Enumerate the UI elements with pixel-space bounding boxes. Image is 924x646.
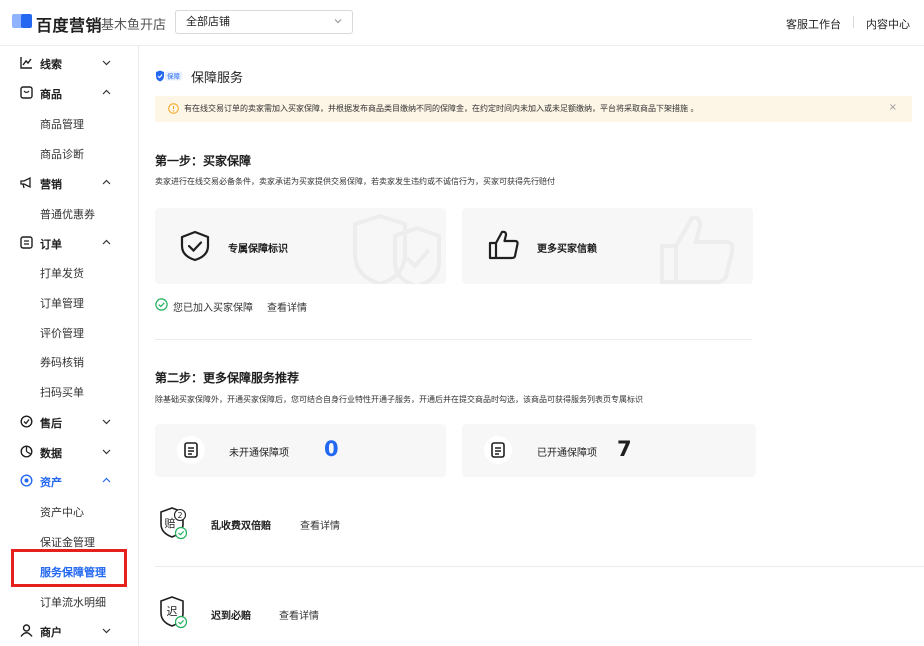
step1-title: 第一步：买家保障 [155,154,252,168]
chevron-up-icon [102,239,111,245]
chevron-down-icon [102,449,111,455]
service-item-double-compensation: 赔 2 乱收费双倍赔 查看详情 [155,506,755,546]
notice-text: 有在线交易订单的卖家需加入买家保障，并根据发布商品类目缴纳不同的保障金，在约定时… [184,104,699,113]
sidebar-group-label: 商户 [40,626,62,639]
sidebar-group-label: 资产 [40,476,62,489]
stat-value: 0 [324,437,339,461]
notice-banner: 有在线交易订单的卖家需加入买家保障，并根据发布商品类目缴纳不同的保障金，在约定时… [155,96,912,122]
sidebar-group-merchant[interactable]: 商户 [0,616,139,646]
sidebar-group-label: 订单 [40,238,62,251]
top-bar: 百度营销 基木鱼开店 全部店铺 客服工作台 内容中心 [0,0,924,46]
service-icon-text: 赔 [165,516,176,530]
sidebar-item-order-flow[interactable]: 订单流水明细 [40,594,106,610]
sidebar-item-coupon-verify[interactable]: 券码核销 [40,354,84,370]
page-title: 保障服务 [191,71,244,86]
document-icon [484,436,512,464]
sidebar-item-print-ship[interactable]: 打单发货 [40,265,84,281]
view-details-link[interactable]: 查看详情 [279,607,319,622]
highlight-annotation-box [11,549,127,587]
store-select-value: 全部店铺 [186,15,230,28]
benefit-card-exclusive-mark: 专属保障标识 [155,208,446,284]
sidebar-group-leads[interactable]: 线索 [0,48,139,78]
sidebar-item-deposit-management[interactable]: 保证金管理 [40,534,95,550]
box-icon [20,86,33,99]
card-label: 更多买家信赖 [537,244,597,255]
brand-logo-text[interactable]: 百度营销 [36,12,102,36]
view-details-link[interactable]: 查看详情 [300,517,340,532]
late-shield-icon: 迟 [160,596,188,629]
store-name: 基木鱼开店 [101,18,167,33]
chevron-down-icon [102,419,111,425]
document-icon [177,436,205,464]
step1-description: 卖家进行在线交易必备条件，卖家承诺为买家提供交易保障，若卖家发生违约或不诚信行为… [155,177,555,186]
sidebar-group-assets[interactable]: 资产 [0,466,139,496]
stat-value: 7 [617,437,632,461]
compensation-shield-icon: 赔 2 [160,507,188,540]
step2-description: 除基础买家保障外，开通买家保障后，您可结合自身行业特性开通子服务，开通后并在提交… [155,395,643,404]
chevron-up-icon [102,179,111,185]
card-label: 专属保障标识 [228,244,288,255]
shield-check-icon [180,230,210,262]
thumbs-up-icon [488,230,519,260]
thumbs-up-watermark-icon [660,215,735,284]
customer-service-link[interactable]: 客服工作台 [786,16,841,32]
sidebar-group-data[interactable]: 数据 [0,437,139,467]
divider [155,339,752,340]
service-icon-badge: 2 [177,511,182,520]
sidebar-item-review-management[interactable]: 评价管理 [40,325,84,341]
shield-watermark-icon [353,214,441,284]
sidebar-group-products[interactable]: 商品 [0,78,139,108]
step2-title: 第二步：更多保障服务推荐 [155,371,300,385]
merchant-icon [20,624,33,637]
chevron-up-icon [102,477,111,483]
sidebar-item-coupons[interactable]: 普通优惠券 [40,206,95,222]
view-details-link[interactable]: 查看详情 [267,299,307,314]
sidebar-group-label: 数据 [40,447,62,460]
baidu-logo-icon [12,14,32,28]
service-name: 乱收费双倍赔 [211,521,271,532]
sidebar-item-product-diagnosis[interactable]: 商品诊断 [40,146,84,162]
divider [853,16,854,28]
service-name: 迟到必赔 [211,611,251,622]
asset-icon [20,474,33,487]
divider [155,566,924,567]
stat-card-not-enabled[interactable]: 未开通保障项 0 [155,424,446,477]
data-icon [20,445,33,458]
sidebar-item-asset-center[interactable]: 资产中心 [40,504,84,520]
joined-text: 您已加入买家保障 [173,303,253,314]
sidebar-group-label: 商品 [40,88,62,101]
sidebar-group-label: 线索 [40,58,62,71]
stat-label: 已开通保障项 [537,448,597,459]
guarantee-badge-icon: 保障 [156,70,182,82]
sidebar-item-product-management[interactable]: 商品管理 [40,116,84,132]
close-icon[interactable]: × [889,102,897,113]
chevron-up-icon [102,89,111,95]
sidebar-item-scan-pay[interactable]: 扫码买单 [40,384,84,400]
sidebar-group-orders[interactable]: 订单 [0,228,139,258]
sidebar-group-marketing[interactable]: 营销 [0,168,139,198]
order-icon [20,236,33,249]
content-center-link[interactable]: 内容中心 [866,16,910,32]
stat-label: 未开通保障项 [229,448,289,459]
megaphone-icon [20,176,31,189]
main-content: 保障 保障服务 有在线交易订单的卖家需加入买家保障，并根据发布商品类目缴纳不同的… [140,46,924,646]
aftersale-icon [20,415,33,428]
service-item-late-compensation: 迟 迟到必赔 查看详情 [155,595,755,635]
sidebar-item-order-management[interactable]: 订单管理 [40,295,84,311]
store-select[interactable]: 全部店铺 [175,10,353,34]
sidebar-group-aftersale[interactable]: 售后 [0,407,139,437]
benefit-card-buyer-trust: 更多买家信赖 [462,208,753,284]
chevron-down-icon [334,19,342,24]
service-icon-text: 迟 [167,605,178,618]
stat-card-enabled[interactable]: 已开通保障项 7 [462,424,756,477]
sidebar-group-label: 售后 [40,417,62,430]
sidebar-group-label: 营销 [40,178,62,191]
chart-icon [20,57,32,69]
chevron-down-icon [102,628,111,634]
warning-icon [168,103,179,114]
chevron-down-icon [102,60,111,66]
check-circle-icon [155,298,168,311]
badge-text: 保障 [167,72,181,81]
